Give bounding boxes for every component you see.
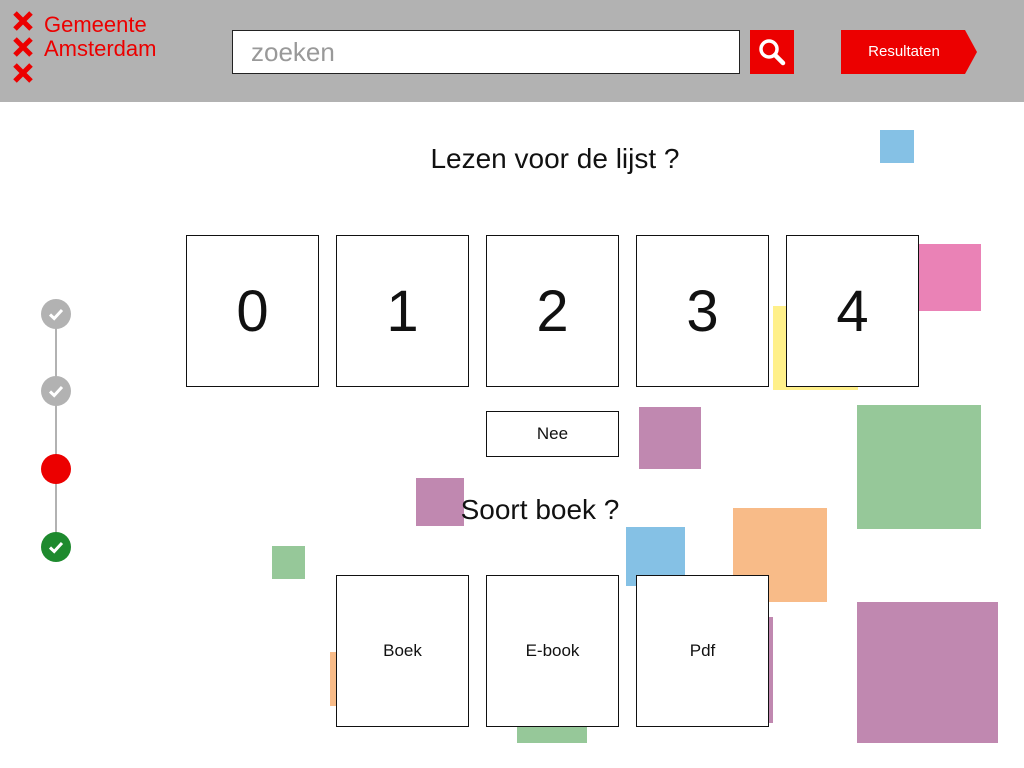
question-book-type-title: Soort boek ?: [460, 494, 620, 525]
question-reading-list-title: Lezen voor de lijst ?: [430, 143, 680, 174]
deco-square-green: [857, 405, 981, 529]
deco-square-pink: [913, 244, 981, 311]
step-2-done[interactable]: [41, 376, 71, 406]
check-icon: [48, 541, 64, 554]
deco-square-green: [272, 546, 305, 579]
option-type-ebook[interactable]: E-book: [486, 575, 619, 727]
option-count-4[interactable]: 4: [786, 235, 919, 387]
deco-square-purple: [857, 602, 998, 743]
stepper-line: [55, 314, 57, 546]
option-count-2[interactable]: 2: [486, 235, 619, 387]
search-input[interactable]: [233, 31, 739, 73]
brand-line1: Gemeente: [44, 12, 147, 37]
step-3-current[interactable]: [41, 454, 71, 484]
check-icon: [48, 385, 64, 398]
option-type-pdf[interactable]: Pdf: [636, 575, 769, 727]
option-no-button[interactable]: Nee: [486, 411, 619, 457]
deco-square-blue: [880, 130, 914, 163]
brand-line2: Amsterdam: [44, 36, 157, 61]
results-button-label: Resultaten: [868, 43, 940, 60]
brand-name: Gemeente Amsterdam: [44, 13, 156, 61]
brand-logo[interactable]: Gemeente Amsterdam: [12, 10, 192, 86]
search-field[interactable]: [232, 30, 740, 74]
option-count-3[interactable]: 3: [636, 235, 769, 387]
search-icon: [759, 39, 786, 66]
option-type-book[interactable]: Boek: [336, 575, 469, 727]
option-count-0[interactable]: 0: [186, 235, 319, 387]
check-icon: [48, 308, 64, 321]
search-button[interactable]: [750, 30, 794, 74]
andreas-cross-icon: [12, 10, 34, 86]
step-4-done[interactable]: [41, 532, 71, 562]
step-1-done[interactable]: [41, 299, 71, 329]
results-button[interactable]: Resultaten: [841, 30, 977, 74]
deco-square-purple: [639, 407, 701, 469]
header-bar: Gemeente Amsterdam Resultaten: [0, 0, 1024, 102]
option-count-1[interactable]: 1: [336, 235, 469, 387]
